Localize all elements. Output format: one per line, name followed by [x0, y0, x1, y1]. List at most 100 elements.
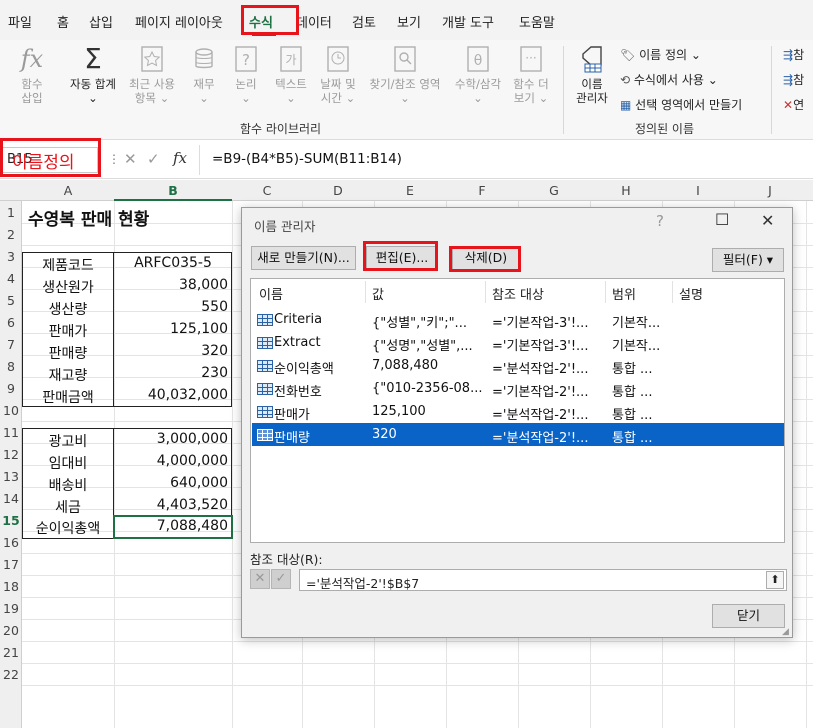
row-header-22[interactable]: 22 — [0, 667, 22, 682]
row-header-6[interactable]: 6 — [0, 315, 22, 330]
tab-insert[interactable]: 삽입 — [89, 12, 113, 31]
cell-a6[interactable]: 판매가 — [22, 321, 114, 341]
header-refers-to[interactable]: 참조 대상 — [492, 284, 544, 303]
cell-a3[interactable]: 제품코드 — [22, 255, 114, 275]
name-row[interactable]: Extract {"성명","성별",... ='기본작업-3'!... 기본작... — [252, 331, 784, 354]
row-header-2[interactable]: 2 — [0, 227, 22, 242]
col-header-i[interactable]: I — [662, 183, 734, 198]
cell-b6[interactable]: 125,100 — [114, 321, 228, 337]
col-header-c[interactable]: C — [232, 183, 302, 198]
cell-a12[interactable]: 임대비 — [22, 453, 114, 473]
row-header-16[interactable]: 16 — [0, 535, 22, 550]
logical-button[interactable]: ? 논리 ⌄ — [228, 44, 264, 105]
sheet-title[interactable]: 수영복 판매 현황 — [28, 205, 149, 230]
datetime-button[interactable]: 날짜 및 시간 ⌄ — [316, 44, 360, 105]
cell-a8[interactable]: 재고량 — [22, 365, 114, 385]
name-row[interactable]: 판매량 320 ='분석작업-2'!... 통합 ... — [252, 423, 784, 446]
math-trig-button[interactable]: θ 수학/삼각 ⌄ — [450, 44, 506, 105]
header-value[interactable]: 값 — [372, 284, 384, 303]
col-header-f[interactable]: F — [446, 183, 518, 198]
tab-help[interactable]: 도움말 — [519, 12, 555, 31]
cell-a15[interactable]: 순이익총액 — [22, 518, 114, 538]
use-in-formula-button[interactable]: ⟲ 수식에서 사용 ⌄ — [620, 71, 718, 88]
header-comment[interactable]: 설명 — [679, 284, 703, 303]
tab-data[interactable]: 데이터 — [296, 12, 332, 31]
formula-input[interactable]: =B9-(B4*B5)-SUM(B11:B14) — [212, 151, 402, 167]
cell-a14[interactable]: 세금 — [22, 497, 114, 517]
row-header-3[interactable]: 3 — [0, 249, 22, 264]
cell-a5[interactable]: 생산량 — [22, 299, 114, 319]
row-header-8[interactable]: 8 — [0, 359, 22, 374]
tab-view[interactable]: 보기 — [397, 12, 421, 31]
trace-dependents-button[interactable]: ⇶참 — [783, 71, 804, 88]
col-header-e[interactable]: E — [374, 183, 446, 198]
col-header-g[interactable]: G — [518, 183, 590, 198]
cell-b4[interactable]: 38,000 — [114, 277, 228, 293]
cell-a7[interactable]: 판매량 — [22, 343, 114, 363]
cell-b12[interactable]: 4,000,000 — [114, 453, 228, 469]
row-header-20[interactable]: 20 — [0, 623, 22, 638]
row-header-18[interactable]: 18 — [0, 579, 22, 594]
financial-button[interactable]: 재무 ⌄ — [186, 44, 222, 105]
names-list[interactable]: 이름 값 참조 대상 범위 설명 Criteria {"성별","키";"... =… — [250, 278, 785, 543]
maximize-icon[interactable]: ☐ — [715, 210, 729, 229]
create-from-selection-button[interactable]: ▦ 선택 영역에서 만들기 — [620, 96, 742, 113]
row-header-15[interactable]: 15 — [0, 513, 22, 528]
cell-b3[interactable]: ARFC035-5 — [114, 255, 232, 271]
cell-b5[interactable]: 550 — [114, 299, 228, 315]
row-header-1[interactable]: 1 — [0, 205, 22, 220]
refers-to-input[interactable]: ='분석작업-2'!$B$7 — [299, 569, 787, 591]
header-name[interactable]: 이름 — [259, 284, 283, 303]
cell-b14[interactable]: 4,403,520 — [114, 497, 228, 513]
row-header-9[interactable]: 9 — [0, 381, 22, 396]
tab-home[interactable]: 홈 — [57, 12, 69, 31]
cell-a9[interactable]: 판매금액 — [22, 387, 114, 407]
tab-developer[interactable]: 개발 도구 — [442, 12, 494, 31]
autosum-button[interactable]: Σ 자동 합계 ⌄ — [64, 44, 122, 106]
lookup-reference-button[interactable]: 찾기/참조 영역 ⌄ — [362, 44, 448, 105]
row-header-11[interactable]: 11 — [0, 425, 22, 440]
tab-file[interactable]: 파일 — [8, 12, 32, 31]
tab-page-layout[interactable]: 페이지 레이아웃 — [135, 12, 223, 31]
more-functions-button[interactable]: ··· 함수 더 보기 ⌄ — [508, 44, 554, 105]
row-header-12[interactable]: 12 — [0, 447, 22, 462]
name-row[interactable]: 판매가 125,100 ='분석작업-2'!... 통합 ... — [252, 400, 784, 423]
row-header-13[interactable]: 13 — [0, 469, 22, 484]
cell-a11[interactable]: 광고비 — [22, 431, 114, 451]
cell-b13[interactable]: 640,000 — [114, 475, 228, 491]
name-row[interactable]: 전화번호 {"010-2356-08... ='기본작업-2'!... 통합 ... — [252, 377, 784, 400]
confirm-edit-icon[interactable]: ✓ — [271, 569, 291, 589]
recently-used-button[interactable]: 최근 사용 항목 ⌄ — [124, 44, 180, 105]
name-row[interactable]: 순이익총액 7,088,480 ='분석작업-2'!... 통합 ... — [252, 354, 784, 377]
tab-review[interactable]: 검토 — [352, 12, 376, 31]
row-header-19[interactable]: 19 — [0, 601, 22, 616]
cell-b7[interactable]: 320 — [114, 343, 228, 359]
row-header-7[interactable]: 7 — [0, 337, 22, 352]
edit-button[interactable]: 편집(E)... — [366, 246, 438, 270]
new-name-button[interactable]: 새로 만들기(N)... — [251, 246, 356, 270]
header-scope[interactable]: 범위 — [612, 284, 636, 303]
cell-b9[interactable]: 40,032,000 — [114, 387, 228, 403]
help-icon[interactable]: ? — [656, 212, 664, 230]
cancel-icon[interactable]: ✕ — [124, 150, 137, 168]
tab-formulas[interactable]: 수식 — [249, 12, 273, 31]
row-header-21[interactable]: 21 — [0, 645, 22, 660]
collapse-dialog-icon[interactable]: ⬆ — [766, 571, 784, 589]
col-header-h[interactable]: H — [590, 183, 662, 198]
insert-function-icon[interactable]: fx — [173, 149, 187, 167]
delete-button[interactable]: 삭제(D) — [452, 246, 520, 270]
enter-icon[interactable]: ✓ — [147, 150, 160, 168]
close-button[interactable]: 닫기 — [712, 604, 785, 628]
resize-grip-icon[interactable]: ◢ — [782, 627, 789, 637]
cell-b8[interactable]: 230 — [114, 365, 228, 381]
name-manager-button[interactable]: 이름 관리자 — [570, 44, 614, 105]
cell-b11[interactable]: 3,000,000 — [114, 431, 228, 447]
row-header-17[interactable]: 17 — [0, 557, 22, 572]
filter-button[interactable]: 필터(F) ▾ — [712, 248, 784, 272]
col-header-b[interactable]: B — [114, 183, 232, 198]
col-header-a[interactable]: A — [22, 183, 114, 198]
insert-function-button[interactable]: fx 함수 삽입 — [8, 44, 56, 105]
row-header-5[interactable]: 5 — [0, 293, 22, 308]
col-header-d[interactable]: D — [302, 183, 374, 198]
col-header-j[interactable]: J — [734, 183, 806, 198]
